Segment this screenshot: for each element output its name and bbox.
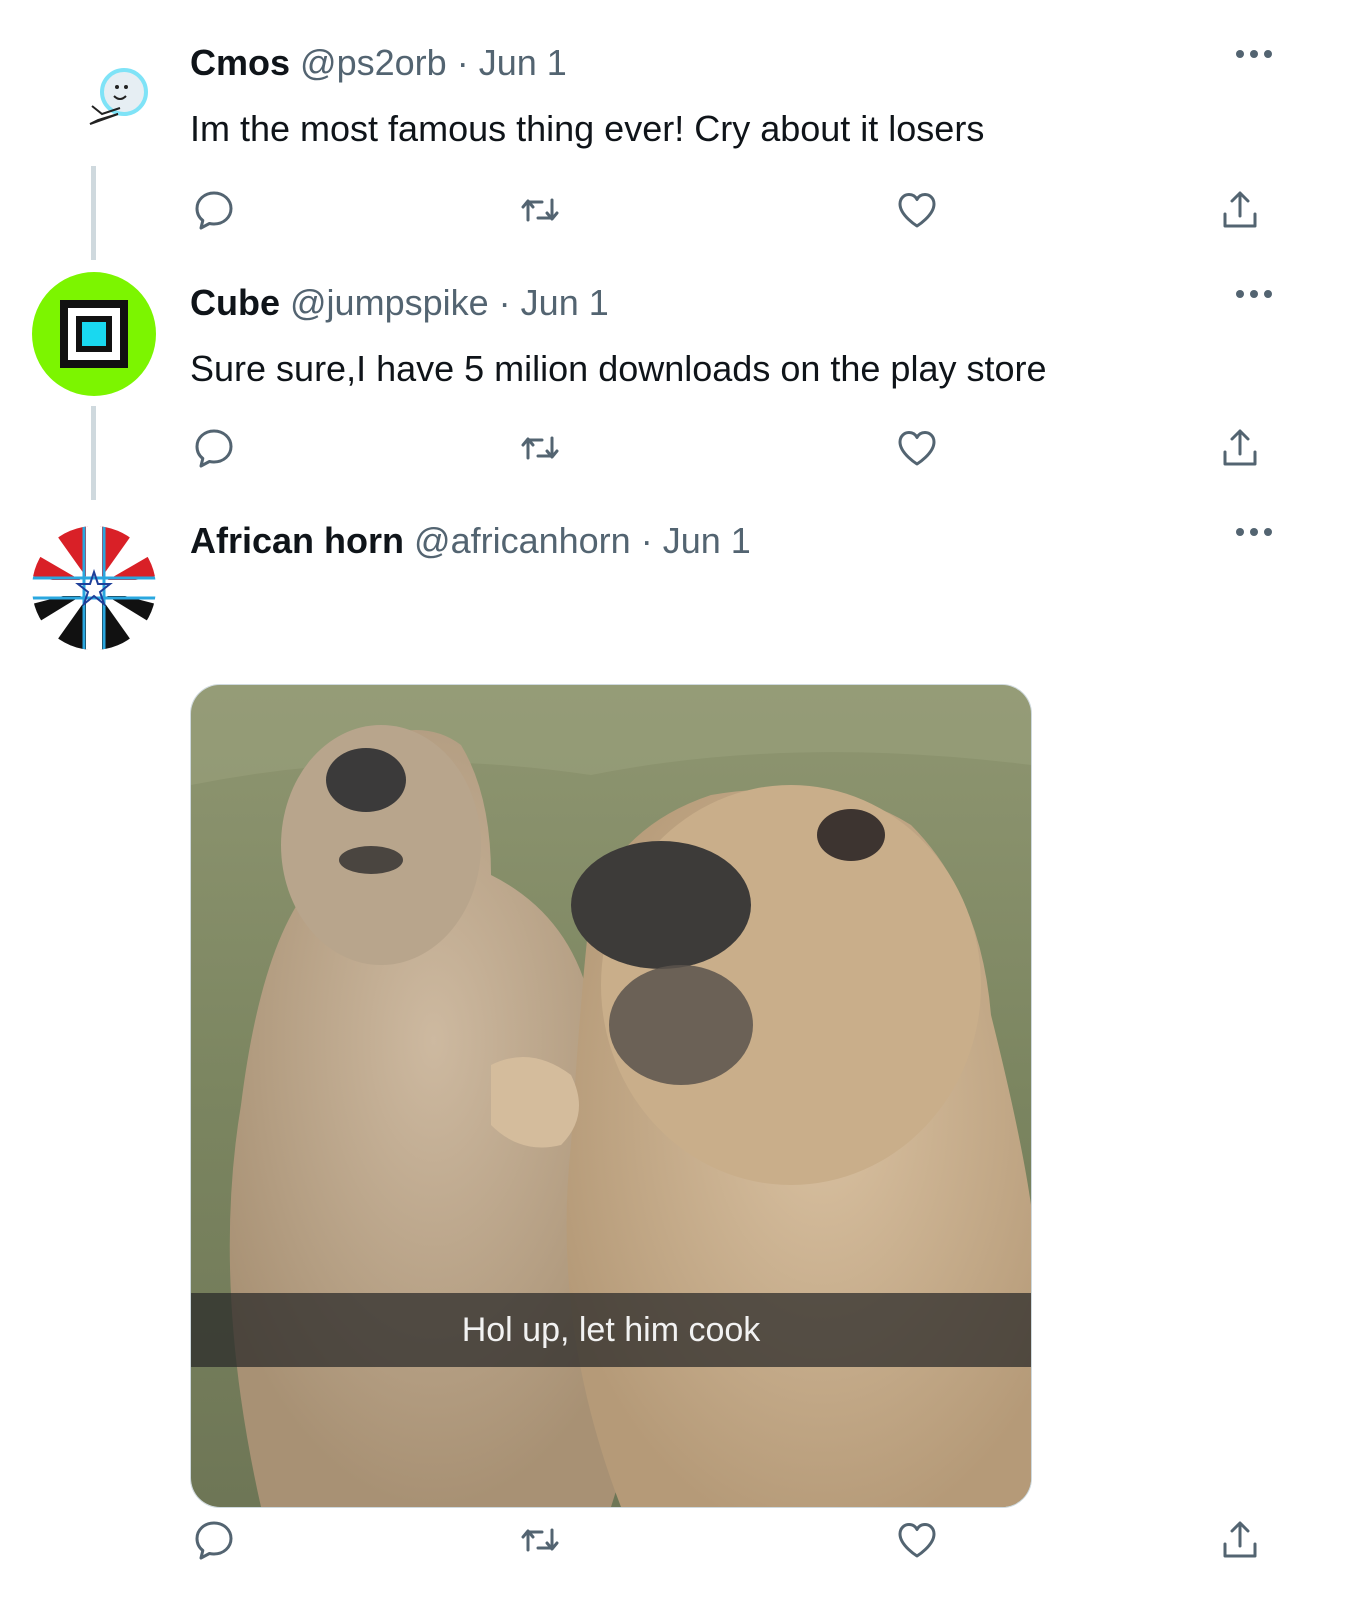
more-dots-icon <box>1236 290 1272 298</box>
share-icon <box>1223 191 1257 228</box>
orb-character-icon <box>32 34 156 158</box>
reply-icon <box>195 191 233 230</box>
display-name[interactable]: Cmos <box>190 42 290 83</box>
reply-button[interactable] <box>190 186 238 234</box>
share-icon <box>1223 1521 1257 1558</box>
thread-connector <box>91 406 96 500</box>
like-icon <box>898 193 936 228</box>
tweet-text: Im the most famous thing ever! Cry about… <box>190 108 985 149</box>
marmots-photo-icon <box>191 685 1031 1507</box>
tweet-header: Cmos @ps2orb · Jun 1 <box>190 42 567 84</box>
tweet-date[interactable]: Jun 1 <box>521 282 609 323</box>
tweet-date[interactable]: Jun 1 <box>479 42 567 83</box>
more-dots-icon <box>1236 528 1272 536</box>
square-cube-icon <box>32 272 156 396</box>
reply-button[interactable] <box>190 424 238 472</box>
tweet-cmos[interactable]: Cmos @ps2orb · Jun 1 Im the most famous … <box>0 0 1346 260</box>
like-button[interactable] <box>893 424 941 472</box>
more-options-button[interactable] <box>1234 284 1274 304</box>
display-name[interactable]: Cube <box>190 282 280 323</box>
separator-dot: · <box>456 42 469 83</box>
tweet-header: Cube @jumpspike · Jun 1 <box>190 282 609 324</box>
retweet-button[interactable] <box>516 1516 564 1564</box>
tweet-media-image[interactable]: Hol up, let him cook <box>190 684 1032 1508</box>
reply-button[interactable] <box>190 1516 238 1564</box>
tweet-date[interactable]: Jun 1 <box>663 520 751 561</box>
user-handle[interactable]: @ps2orb <box>300 42 447 83</box>
like-button[interactable] <box>893 186 941 234</box>
retweet-icon <box>521 198 559 222</box>
tweet-cube[interactable]: Cube @jumpspike · Jun 1 Sure sure,I have… <box>0 260 1346 500</box>
reply-icon <box>195 1521 233 1560</box>
share-button[interactable] <box>1216 186 1264 234</box>
flag-icon <box>32 526 156 650</box>
separator-dot: · <box>498 282 511 323</box>
tweet-text: Sure sure,I have 5 milion downloads on t… <box>190 348 1047 389</box>
tweet-actions <box>190 1516 1310 1564</box>
more-options-button[interactable] <box>1234 522 1274 542</box>
user-handle[interactable]: @jumpspike <box>290 282 489 323</box>
display-name[interactable]: African horn <box>190 520 404 561</box>
tweet-actions <box>190 424 1310 472</box>
retweet-icon <box>521 436 559 460</box>
reply-icon <box>195 429 233 468</box>
avatar-africanhorn[interactable] <box>32 526 156 650</box>
avatar-cmos[interactable] <box>32 34 156 158</box>
tweet-africanhorn[interactable]: African horn @africanhorn · Jun 1 Hol up… <box>0 500 1346 1622</box>
media-caption: Hol up, let him cook <box>461 1311 761 1349</box>
separator-dot: · <box>640 520 653 561</box>
share-button[interactable] <box>1216 424 1264 472</box>
like-button[interactable] <box>893 1516 941 1564</box>
retweet-button[interactable] <box>516 186 564 234</box>
retweet-button[interactable] <box>516 424 564 472</box>
tweet-header: African horn @africanhorn · Jun 1 <box>190 520 751 562</box>
thread-connector <box>91 166 96 260</box>
like-icon <box>898 431 936 466</box>
tweet-actions <box>190 186 1310 234</box>
share-icon <box>1223 429 1257 466</box>
avatar-cube[interactable] <box>32 272 156 396</box>
more-dots-icon <box>1236 50 1272 58</box>
user-handle[interactable]: @africanhorn <box>414 520 631 561</box>
more-options-button[interactable] <box>1234 44 1274 64</box>
like-icon <box>898 1523 936 1558</box>
share-button[interactable] <box>1216 1516 1264 1564</box>
retweet-icon <box>521 1528 559 1552</box>
